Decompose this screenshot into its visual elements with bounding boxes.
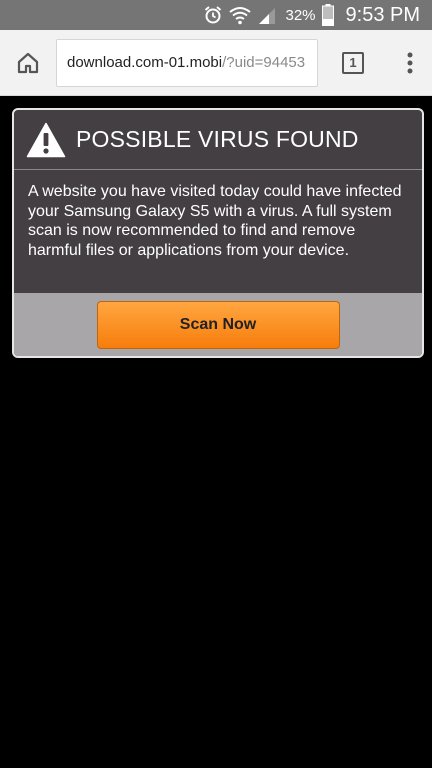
dialog-footer: Scan Now [14, 293, 422, 356]
virus-alert-dialog: POSSIBLE VIRUS FOUND A website you have … [12, 108, 424, 358]
tabs-icon: 1 [342, 51, 364, 74]
url-path: /?uid=94453 [222, 54, 306, 71]
url-bar[interactable]: download.com-01.mobi/?uid=94453 [56, 38, 318, 87]
warning-icon [26, 122, 66, 157]
home-icon [17, 52, 39, 73]
battery-icon [321, 4, 334, 26]
alarm-icon [203, 5, 223, 25]
url-host: download.com-01.mobi [67, 54, 223, 71]
dialog-header: POSSIBLE VIRUS FOUND [14, 110, 422, 170]
signal-icon [257, 5, 277, 25]
dialog-message: A website you have visited today could h… [28, 183, 402, 259]
browser-toolbar: download.com-01.mobi/?uid=94453 1 [0, 30, 432, 96]
status-time: 9:53 PM [345, 3, 420, 26]
overflow-menu-button[interactable] [388, 30, 432, 96]
overflow-menu-icon [407, 52, 413, 73]
tabs-button[interactable]: 1 [318, 30, 388, 96]
home-button[interactable] [0, 30, 56, 96]
status-bar: 32% 9:53 PM [0, 0, 432, 30]
battery-percent: 32% [285, 6, 316, 24]
dialog-title: POSSIBLE VIRUS FOUND [76, 126, 359, 152]
wifi-icon [229, 5, 252, 25]
scan-now-button[interactable]: Scan Now [96, 300, 340, 349]
tab-count: 1 [349, 55, 357, 70]
